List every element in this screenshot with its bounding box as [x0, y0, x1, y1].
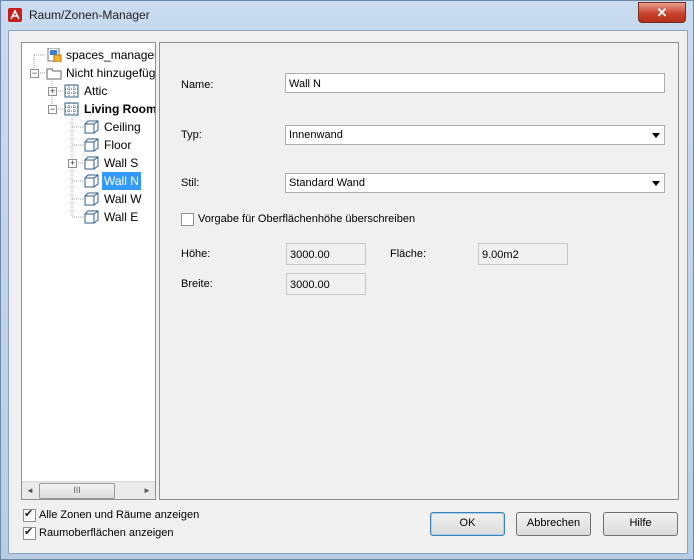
expand-icon[interactable]: +: [68, 159, 77, 168]
drawing-file-icon: [47, 48, 62, 62]
tree-item-label: Floor: [104, 138, 132, 152]
chevron-down-icon: [652, 133, 660, 138]
chevron-down-icon: [652, 181, 660, 186]
tree-item-wall-w[interactable]: Wall W: [22, 190, 155, 208]
override-height-checkbox[interactable]: [181, 213, 194, 226]
stil-label: Stil:: [181, 177, 200, 189]
tree-item-attic[interactable]: + Attic: [22, 82, 155, 100]
surface-icon: [84, 156, 99, 170]
collapse-icon[interactable]: −: [48, 105, 57, 114]
dialog-client-area: spaces_manager_ − Nicht hinzugefüg + Att…: [8, 30, 688, 554]
folder-icon: [46, 68, 62, 80]
flaeche-label: Fläche:: [390, 248, 427, 260]
breite-value: 3000.00: [286, 273, 366, 295]
ok-button[interactable]: OK: [430, 512, 505, 536]
stil-dropdown[interactable]: Standard Wand: [285, 173, 665, 193]
tree-item-ceiling[interactable]: Ceiling: [22, 118, 155, 136]
surface-icon: [84, 138, 99, 152]
tree-item-label: spaces_manager_: [66, 48, 156, 62]
name-input[interactable]: Wall N: [285, 73, 665, 93]
hoehe-label: Höhe:: [181, 248, 211, 260]
typ-selected-value: Innenwand: [289, 129, 343, 141]
space-grid-icon: [64, 84, 79, 98]
cancel-button[interactable]: Abbrechen: [516, 512, 591, 536]
tree-item-drawing[interactable]: spaces_manager_: [22, 46, 155, 64]
tree-item-wall-n[interactable]: Wall N: [22, 172, 155, 190]
expand-icon[interactable]: +: [48, 87, 57, 96]
scroll-thumb[interactable]: III: [39, 483, 115, 499]
breite-label: Breite:: [181, 278, 213, 290]
tree-item-living-room[interactable]: − Living Room: [22, 100, 155, 118]
window-title: Raum/Zonen-Manager: [29, 8, 150, 22]
tree-item-wall-s[interactable]: + Wall S: [22, 154, 155, 172]
title-bar[interactable]: Raum/Zonen-Manager ✕: [1, 1, 693, 29]
collapse-icon[interactable]: −: [30, 69, 39, 78]
tree-item-floor[interactable]: Floor: [22, 136, 155, 154]
help-button[interactable]: Hilfe: [603, 512, 678, 536]
name-label: Name:: [181, 79, 214, 91]
space-tree[interactable]: spaces_manager_ − Nicht hinzugefüg + Att…: [21, 42, 156, 500]
hoehe-value: 3000.00: [286, 243, 366, 265]
override-height-label: Vorgabe für Oberflächenhöhe überschreibe…: [198, 213, 416, 225]
surface-icon: [84, 192, 99, 206]
flaeche-value: 9.00m2: [478, 243, 568, 265]
surface-icon: [84, 210, 99, 224]
stil-selected-value: Standard Wand: [289, 177, 366, 189]
tree-item-label: Nicht hinzugefüg: [66, 66, 156, 80]
tree-item-label: Wall W: [104, 192, 142, 206]
show-all-zones-checkbox[interactable]: [23, 507, 36, 522]
typ-dropdown[interactable]: Innenwand: [285, 125, 665, 145]
tree-item-label: Ceiling: [104, 120, 141, 134]
surface-icon: [84, 174, 99, 188]
surface-icon: [84, 120, 99, 134]
show-surfaces-label: Raumoberflächen anzeigen: [39, 527, 174, 539]
dialog-window: Raum/Zonen-Manager ✕ spaces_manager_ − N…: [0, 0, 694, 560]
scroll-right-icon[interactable]: ►: [139, 482, 155, 499]
tree-item-label: Wall N: [102, 172, 141, 190]
tree-horizontal-scrollbar[interactable]: ◄ III ►: [22, 481, 155, 499]
tree-item-wall-e[interactable]: Wall E: [22, 208, 155, 226]
tree-item-label: Wall S: [104, 156, 139, 170]
tree-item-label: Living Room: [84, 102, 156, 116]
show-all-zones-label: Alle Zonen und Räume anzeigen: [39, 509, 200, 521]
properties-panel: Name: Wall N Typ: Innenwand Stil: Standa…: [159, 42, 679, 500]
close-button[interactable]: ✕: [638, 2, 686, 23]
show-surfaces-checkbox[interactable]: [23, 525, 36, 540]
tree-item-label: Attic: [84, 84, 108, 98]
scroll-left-icon[interactable]: ◄: [22, 482, 38, 499]
tree-item-label: Wall E: [104, 210, 139, 224]
space-grid-icon: [64, 102, 79, 116]
typ-label: Typ:: [181, 129, 202, 141]
autocad-app-icon: [8, 8, 22, 22]
tree-item-unassigned[interactable]: − Nicht hinzugefüg: [22, 64, 155, 82]
